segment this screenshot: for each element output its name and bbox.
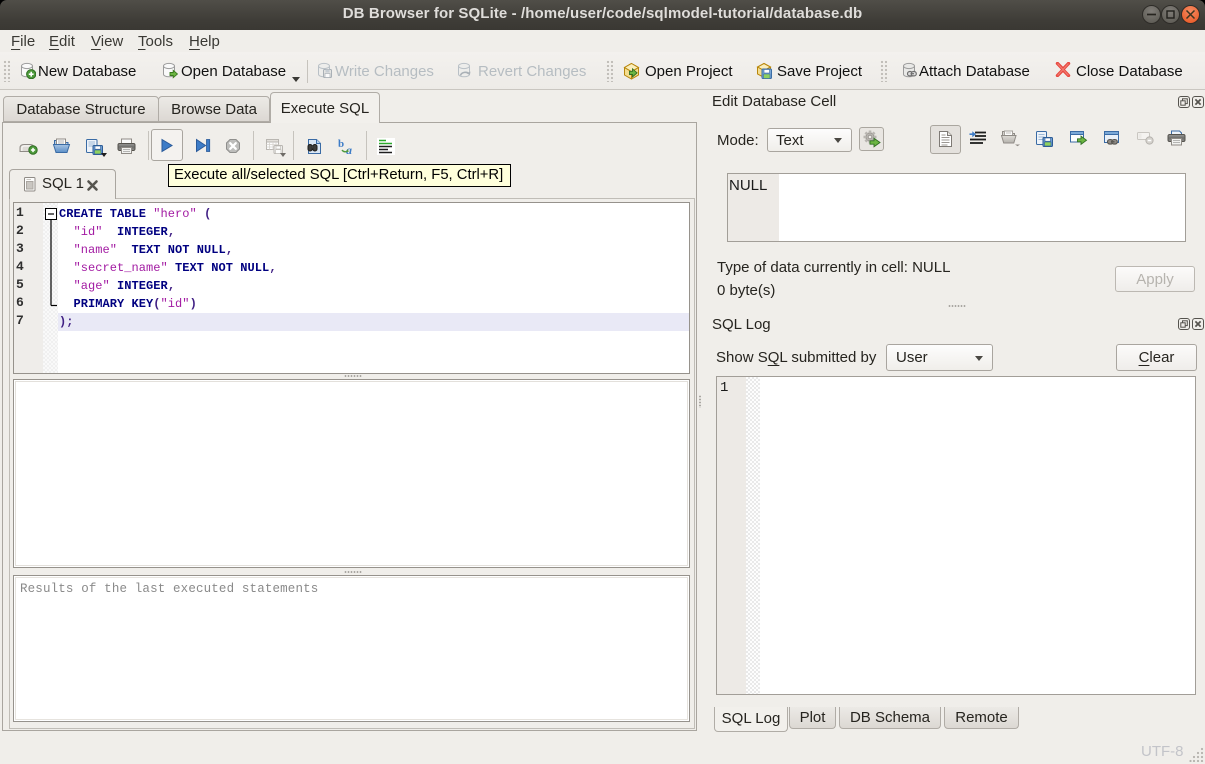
svg-text:b: b bbox=[338, 138, 344, 150]
svg-text:a: a bbox=[346, 143, 352, 155]
